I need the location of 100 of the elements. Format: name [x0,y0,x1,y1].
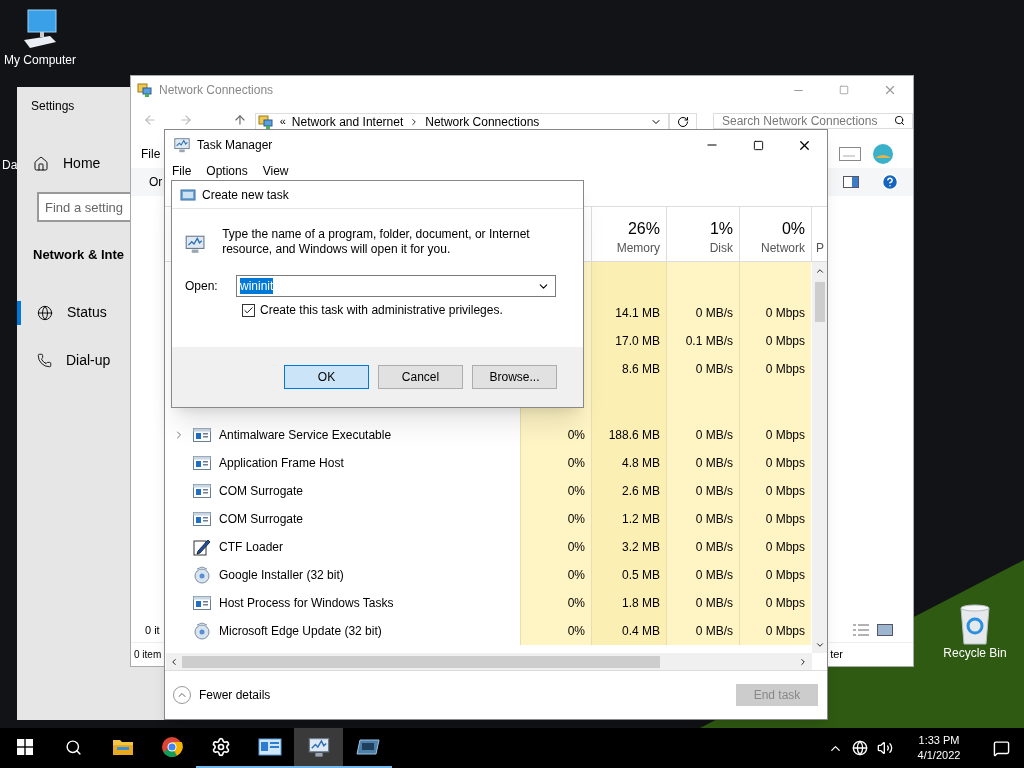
settings-icon[interactable] [210,737,231,757]
installer-icon [193,622,211,640]
table-cell: 0.1 MB/s [666,327,739,355]
breadcrumb-item[interactable]: Network Connections [425,112,540,131]
table-cell: 2.6 MB [591,477,666,505]
table-cell: 0 MB/s [666,477,739,505]
folder-icon[interactable] [111,738,134,756]
icon-label: My Computer [4,53,76,67]
toolbar-label[interactable]: Or [149,173,163,191]
scroll-up-icon[interactable] [814,266,825,276]
window-icon [193,455,211,471]
globe-icon[interactable] [871,142,895,166]
window-title: Settings [31,98,76,115]
search-icon[interactable] [65,738,82,756]
table-cell: 0 MB/s [666,421,739,449]
status-bar-text: ter [830,647,843,663]
menu-item[interactable]: File [172,161,192,180]
table-cell: 0% [520,561,591,589]
monitor-graph-icon [173,136,191,154]
process-name: COM Surrogate [219,483,304,500]
column-header[interactable]: 1% Disk [666,207,739,261]
status-text: 0 it [145,622,160,638]
window-title: Task Manager [197,137,273,154]
windows-logo-icon[interactable] [16,739,33,755]
table-cell: 0 Mbps [739,477,811,505]
table-cell: 0 Mbps [739,421,811,449]
table-cell [739,262,811,299]
phone-icon [37,353,52,368]
help-icon[interactable] [881,173,899,191]
table-cell: 17.0 MB [591,327,666,355]
notification-icon[interactable] [993,739,1010,757]
scroll-left-icon[interactable] [169,656,179,667]
table-cell: 0% [520,533,591,561]
table-cell: 0 Mbps [739,561,811,589]
scroll-right-icon[interactable] [798,656,808,667]
pen-icon [193,538,211,556]
scroll-thumb[interactable] [182,655,660,668]
table-cell: 0% [520,617,591,645]
clock[interactable]: 1:33 PM 4/1/2022 [908,733,970,763]
column-header[interactable]: 26% Memory [591,207,666,261]
pane-icon[interactable] [843,176,859,188]
table-cell: 0% [520,477,591,505]
network-folder-icon [257,113,274,130]
window-icon [193,427,211,443]
table-cell: 0 MB/s [666,561,739,589]
process-name: COM Surrogate [219,511,304,528]
window-icon [193,511,211,527]
field-label: Open: [185,278,219,295]
column-header[interactable]: 0% Network [739,207,811,261]
home-nav-item[interactable]: Home [33,153,101,174]
table-cell: 0% [520,449,591,477]
process-name: Microsoft Edge Update (32 bit) [219,623,382,640]
menu-item[interactable]: Options [206,161,248,180]
window-title: Network Connections [159,82,274,99]
process-name: Host Process for Windows Tasks [219,595,394,612]
table-cell: 0 MB/s [666,533,739,561]
table-cell: 8.6 MB [591,355,666,383]
table-cell: 0 Mbps [739,327,811,355]
network-folder-icon [137,82,153,98]
icon-label: Da [2,157,18,174]
tiles-view-icon[interactable] [877,624,893,636]
table-cell: 188.6 MB [591,421,666,449]
dialog-button[interactable]: Cancel [378,365,463,389]
dialog-button[interactable]: OK [284,365,369,389]
table-cell: 4.8 MB [591,449,666,477]
dialog-message: Type the name of a program, folder, document, or Internet resource, and Windows will open it for you. [222,227,531,258]
up-icon[interactable] [232,113,247,127]
table-cell: 1.2 MB [591,505,666,533]
table-cell: 0.5 MB [591,561,666,589]
status-bar-text: 0 item [134,648,162,662]
table-cell: 0% [520,421,591,449]
column-header[interactable]: P [811,207,827,261]
checkbox[interactable] [242,303,255,317]
installer-icon [193,566,211,584]
process-name: Application Frame Host [219,455,344,472]
home-icon [33,155,49,172]
browser-icon[interactable] [160,736,183,758]
menu-item[interactable]: View [262,161,289,180]
table-cell: 0 Mbps [739,589,811,617]
breadcrumb-prefix[interactable]: « [279,113,286,130]
open-combobox[interactable]: wininit [236,275,556,297]
table-cell: 0% [520,505,591,533]
menu-item[interactable]: File [141,145,161,163]
dialog-button[interactable]: Browse... [472,365,557,389]
window-icon[interactable] [355,738,380,756]
table-cell: 0 MB/s [666,589,739,617]
table-cell: 3.2 MB [591,533,666,561]
vertical-scrollbar[interactable] [812,262,827,653]
table-cell: 0.4 MB [591,617,666,645]
network-icon[interactable] [852,740,868,756]
scroll-down-icon[interactable] [814,640,825,650]
fewer-details-button[interactable]: Fewer details [173,686,271,704]
search-icon [894,115,905,126]
table-cell: 14.1 MB [591,299,666,327]
breadcrumb-item[interactable]: Network and Internet [291,112,404,131]
scroll-thumb[interactable] [814,282,825,322]
volume-icon[interactable] [877,740,893,756]
control-panel-icon[interactable] [257,737,282,757]
horizontal-scrollbar[interactable] [166,653,812,670]
globe-icon [37,304,53,321]
